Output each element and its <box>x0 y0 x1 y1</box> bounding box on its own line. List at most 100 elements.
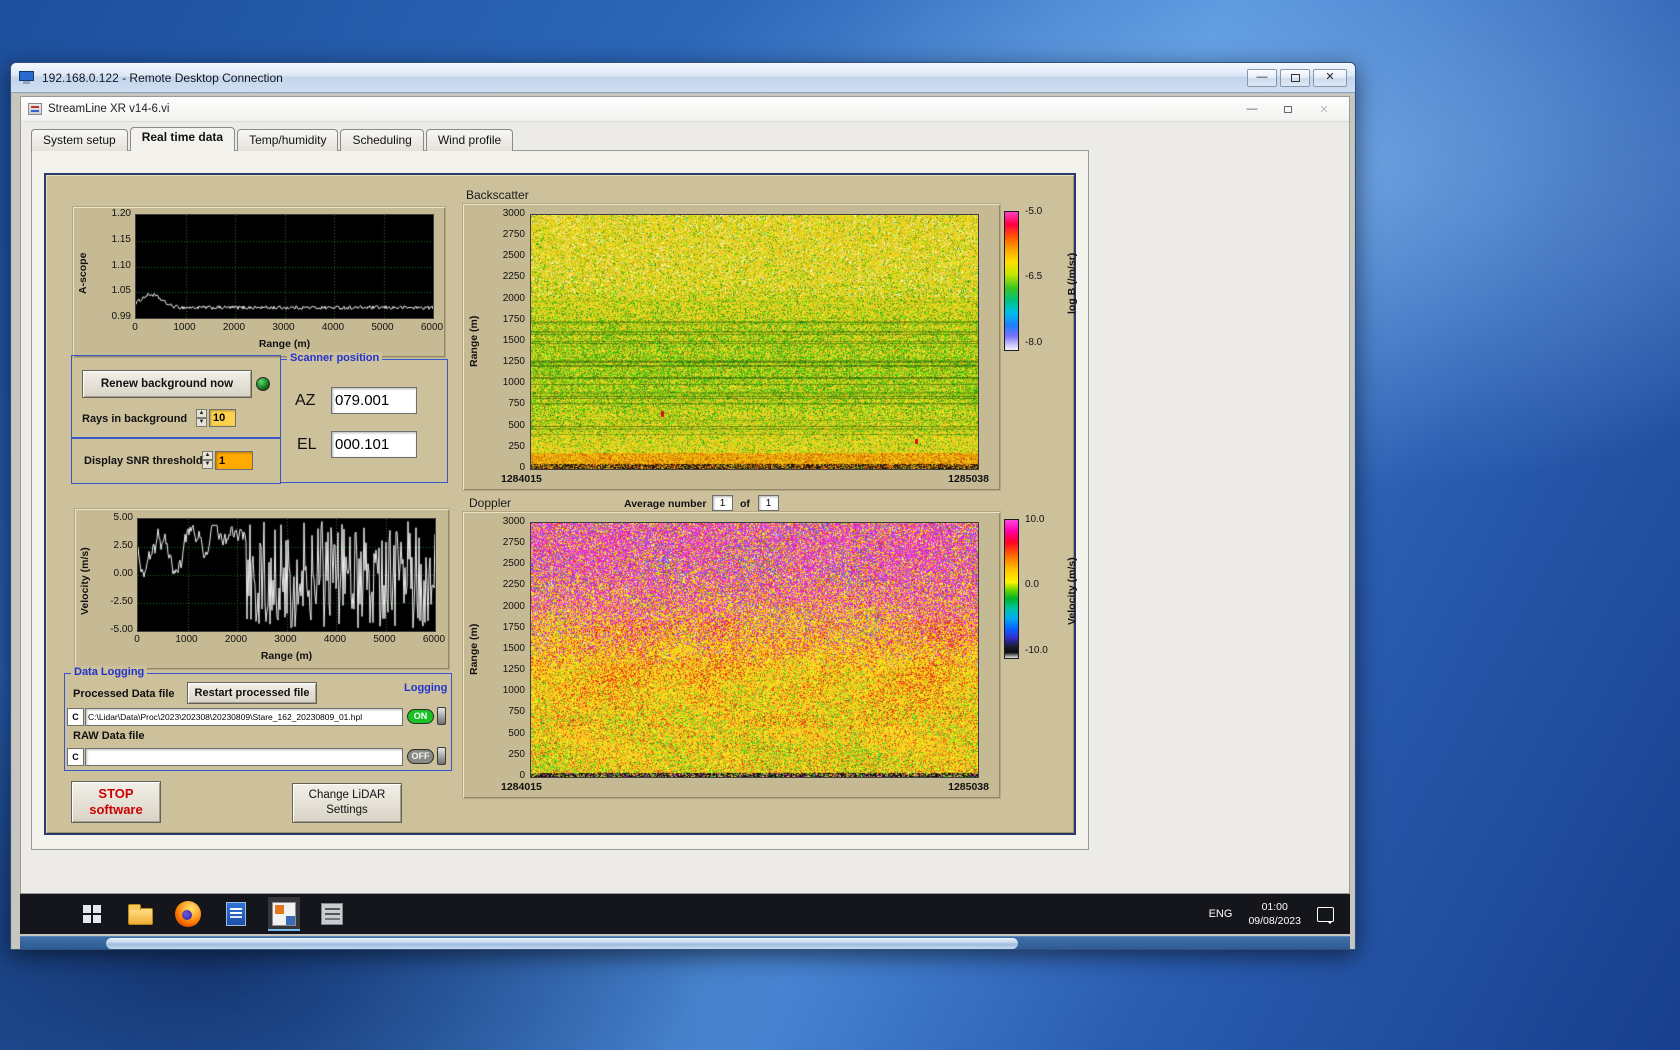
rdp-minimize-button[interactable]: — <box>1247 68 1277 87</box>
data-logging-title: Data Logging <box>71 666 148 678</box>
firefox-button[interactable] <box>172 897 204 931</box>
scanner-position-group: Scanner position AZ 079.001 EL 000.101 <box>280 352 448 483</box>
scan-scheduler-button[interactable] <box>316 897 348 931</box>
doppler-x-end: 1285038 <box>948 781 989 793</box>
spinner-down-icon[interactable]: ▼ <box>196 418 207 427</box>
tick-label: 2250 <box>502 579 525 591</box>
tick-label: 6000 <box>422 634 446 645</box>
app-titlebar[interactable]: StreamLine XR v14-6.vi — ✕ <box>21 97 1349 122</box>
spinner-up-icon[interactable]: ▲ <box>202 451 213 460</box>
raw-logging-toggle[interactable]: OFF <box>407 747 446 765</box>
taskbar-clock[interactable]: 01:00 09/08/2023 <box>1248 900 1301 928</box>
stop-software-label-line1: STOP <box>98 785 134 801</box>
toggle-lever[interactable] <box>437 747 446 765</box>
tick-label: 1.15 <box>111 233 131 245</box>
tick-label: 5000 <box>373 634 396 645</box>
tab-temp-humidity[interactable]: Temp/humidity <box>237 129 339 151</box>
scrollbar-thumb[interactable] <box>106 938 1018 949</box>
desktop-background: 192.168.0.122 - Remote Desktop Connectio… <box>0 0 1680 1050</box>
restart-processed-file-button[interactable]: Restart processed file <box>187 682 317 704</box>
background-group: Renew background now Rays in background … <box>71 355 281 438</box>
scanner-position-title: Scanner position <box>287 352 383 364</box>
change-lidar-settings-line1: Change LiDAR <box>308 789 386 802</box>
raw-drive-selector[interactable]: C <box>67 748 84 766</box>
notification-center-icon[interactable] <box>1317 906 1334 924</box>
tick-label: 2000 <box>502 292 525 304</box>
ascope-y-axis-label: A-scope <box>77 252 89 294</box>
doppler-plot-frame: Range (m) 3000 2750 2500 2250 2000 1750 1500 12… <box>462 511 1001 799</box>
processed-data-file-path[interactable]: C:\Lidar\Data\Proc\2023\202308\20230809\… <box>85 708 403 726</box>
az-label: AZ <box>295 392 316 409</box>
file-explorer-button[interactable] <box>124 897 156 931</box>
document-app-button[interactable] <box>220 897 252 931</box>
average-count-field[interactable]: 1 <box>758 495 779 511</box>
rdp-maximize-button[interactable] <box>1280 68 1310 87</box>
velocity-plot-frame: Velocity (m/s) 5.00 2.50 0.00 -2.50 -5.00 01… <box>74 508 450 670</box>
raw-data-file-label: RAW Data file <box>73 730 145 742</box>
snr-spinner[interactable]: ▲ ▼ <box>202 451 213 469</box>
tick-label: 1250 <box>502 356 525 368</box>
tick-label: 1000 <box>502 685 525 697</box>
processed-drive-selector[interactable]: C <box>67 708 84 726</box>
remote-desktop-icon <box>19 70 35 85</box>
tick-label: 3000 <box>502 516 525 527</box>
tab-real-time-data[interactable]: Real time data <box>129 127 236 151</box>
minimize-icon: — <box>1246 103 1258 115</box>
el-field[interactable]: 000.101 <box>331 431 417 458</box>
az-field[interactable]: 079.001 <box>331 387 417 414</box>
backscatter-x-axis: 1284015 1285038 <box>501 473 989 485</box>
change-lidar-settings-button[interactable]: Change LiDAR Settings <box>292 783 402 823</box>
tick-label: 1750 <box>502 313 525 325</box>
stop-software-button[interactable]: STOP software <box>71 781 161 823</box>
tick-label: 500 <box>508 419 525 431</box>
doppler-title: Doppler <box>469 496 512 510</box>
doppler-colorbar-gradient <box>1004 519 1019 659</box>
doppler-x-axis: 1284015 1285038 <box>501 781 989 793</box>
average-number-field[interactable]: 1 <box>712 495 733 511</box>
tab-wind-profile[interactable]: Wind profile <box>425 129 514 151</box>
language-indicator[interactable]: ENG <box>1209 908 1233 920</box>
rays-spinner[interactable]: ▲ ▼ <box>196 409 207 427</box>
renew-background-button[interactable]: Renew background now <box>82 370 252 398</box>
tick-label: 2000 <box>224 634 248 645</box>
display-snr-threshold-field[interactable]: 1 <box>215 451 253 470</box>
tick-label: 2750 <box>502 229 525 241</box>
backscatter-colorbar-label: log B (/m/sr) <box>1066 252 1078 314</box>
labview-app-button[interactable] <box>268 897 300 931</box>
tick-label: 4000 <box>321 322 345 333</box>
velocity-y-axis-label: Velocity (m/s) <box>79 547 91 615</box>
on-toggle[interactable]: ON <box>407 708 434 724</box>
ascope-x-axis-label: Range (m) <box>258 338 311 350</box>
backscatter-x-start: 1284015 <box>501 473 542 485</box>
backscatter-plot <box>530 214 979 470</box>
spinner-up-icon[interactable]: ▲ <box>196 409 207 418</box>
processed-logging-toggle[interactable]: ON <box>407 707 446 725</box>
tick-label: 1.20 <box>111 208 131 219</box>
renew-status-led <box>256 377 270 391</box>
tab-scheduling[interactable]: Scheduling <box>340 129 424 151</box>
tab-system-setup[interactable]: System setup <box>31 129 128 151</box>
tick-label: 5.00 <box>113 512 133 523</box>
toggle-lever[interactable] <box>437 707 446 725</box>
rdp-horizontal-scrollbar[interactable] <box>20 936 1350 949</box>
logging-label: Logging <box>404 682 448 694</box>
backscatter-title: Backscatter <box>466 188 529 202</box>
app-minimize-button[interactable]: — <box>1234 100 1270 119</box>
app-close-button[interactable]: ✕ <box>1306 100 1342 119</box>
taskbar-time: 01:00 <box>1261 900 1288 913</box>
velocity-x-axis-label: Range (m) <box>260 650 313 662</box>
rdp-titlebar[interactable]: 192.168.0.122 - Remote Desktop Connectio… <box>11 63 1355 93</box>
tick-label: 2250 <box>502 271 525 283</box>
tick-label: -2.50 <box>110 596 133 607</box>
app-restore-button[interactable] <box>1270 100 1306 119</box>
raw-data-file-path[interactable] <box>85 748 403 766</box>
velocity-plot <box>137 518 436 632</box>
start-button[interactable] <box>76 897 108 931</box>
rdp-close-button[interactable]: ✕ <box>1313 68 1347 87</box>
rays-in-background-field[interactable]: 10 <box>209 409 236 427</box>
spinner-down-icon[interactable]: ▼ <box>202 460 213 469</box>
off-toggle[interactable]: OFF <box>407 748 434 764</box>
ascope-plot <box>135 214 434 319</box>
doppler-colorbar-label: Velocity (m/s) <box>1066 557 1078 625</box>
tick-label: 0 <box>134 634 140 645</box>
